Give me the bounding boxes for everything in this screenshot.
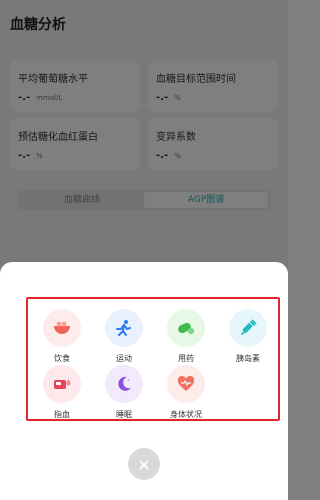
tile-label: 胰岛素 xyxy=(236,354,260,363)
add-record-sheet: 饮食 运动 用药 胰岛素 指血 睡眠 身体状况 xyxy=(0,262,288,500)
record-type-grid: 饮食 运动 用药 胰岛素 指血 睡眠 身体状况 xyxy=(26,297,280,421)
tile-label: 睡眠 xyxy=(116,410,132,419)
record-type-medication[interactable]: 用药 xyxy=(158,309,214,363)
record-type-physical-condition[interactable]: 身体状况 xyxy=(158,365,214,419)
running-icon xyxy=(105,309,143,347)
pill-icon xyxy=(167,309,205,347)
blood-meter-icon xyxy=(43,365,81,403)
tile-label: 指血 xyxy=(54,410,70,419)
record-type-diet[interactable]: 饮食 xyxy=(34,309,90,363)
moon-icon xyxy=(105,365,143,403)
tile-label: 运动 xyxy=(116,354,132,363)
record-type-insulin[interactable]: 胰岛素 xyxy=(220,309,276,363)
syringe-icon xyxy=(229,309,267,347)
tile-label: 身体状况 xyxy=(170,410,202,419)
record-type-exercise[interactable]: 运动 xyxy=(96,309,152,363)
heart-icon xyxy=(167,365,205,403)
tile-label: 饮食 xyxy=(54,354,70,363)
close-icon xyxy=(139,455,149,474)
close-button[interactable] xyxy=(128,448,160,480)
record-type-fingertip-blood[interactable]: 指血 xyxy=(34,365,90,419)
tile-label: 用药 xyxy=(178,354,194,363)
food-bowl-icon xyxy=(43,309,81,347)
record-type-sleep[interactable]: 睡眠 xyxy=(96,365,152,419)
